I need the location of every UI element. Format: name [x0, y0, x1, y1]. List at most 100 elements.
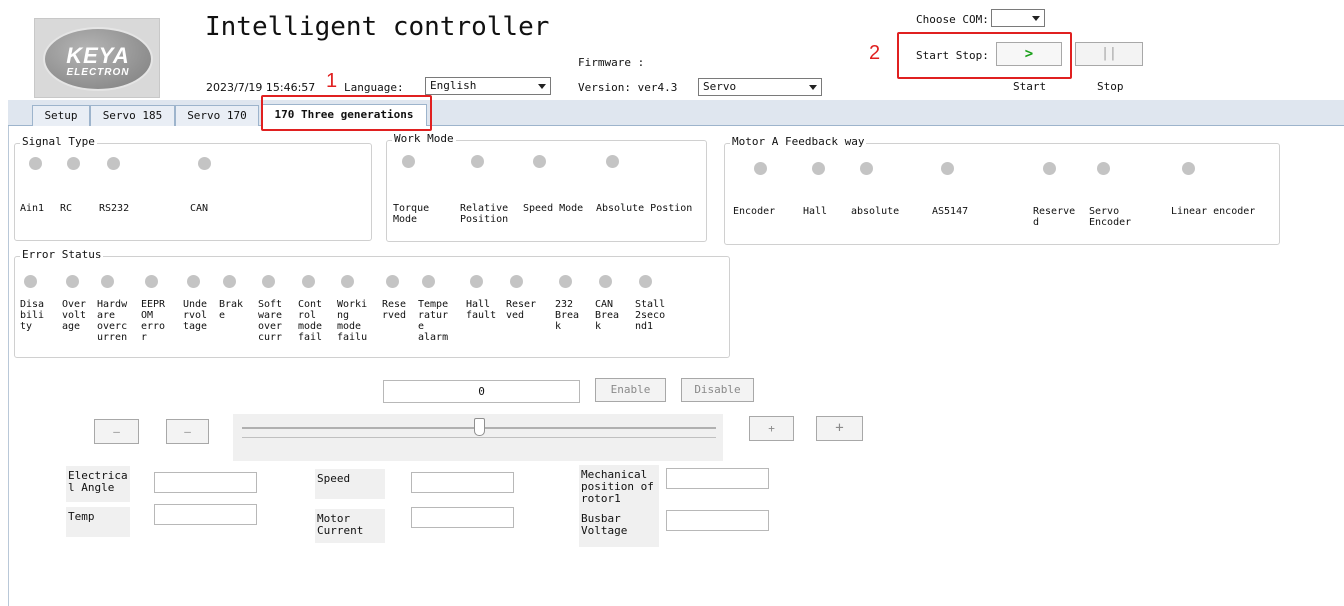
mode-select-value: Servo	[703, 80, 737, 93]
signal-rs232-led	[107, 157, 120, 170]
signal-ain1-led	[29, 157, 42, 170]
speed-label: Speed	[315, 469, 385, 499]
signal-ain1-label: Ain1	[20, 203, 45, 214]
tab-highlight	[261, 95, 432, 131]
chevron-down-icon	[538, 84, 546, 89]
electrical-angle-field	[154, 472, 257, 493]
work-speed-label: Speed Mode	[523, 203, 584, 214]
enable-button[interactable]: Enable	[595, 378, 666, 402]
target-value-input[interactable]: 0	[383, 380, 580, 403]
start-caption: Start	[1013, 80, 1047, 93]
signal-type-group	[14, 143, 372, 241]
error-label: Hall fault	[466, 299, 497, 321]
start-button[interactable]: >	[996, 42, 1062, 66]
pause-icon: ||	[1101, 46, 1117, 61]
error-led	[341, 275, 354, 288]
decrease-small-button[interactable]: –	[166, 419, 209, 444]
error-led	[24, 275, 37, 288]
error-led	[262, 275, 275, 288]
app-title: Intelligent controller	[205, 12, 550, 42]
feedback-encoder-label: Encoder	[733, 206, 776, 217]
feedback-servo-encoder-led	[1097, 162, 1110, 175]
decrease-large-button[interactable]: —	[94, 419, 139, 444]
error-label: Stall 2seco nd1	[635, 299, 666, 332]
speed-slider[interactable]	[233, 414, 723, 461]
increase-small-button[interactable]: +	[749, 416, 794, 441]
feedback-absolute-label: absolute	[851, 206, 900, 217]
error-led	[101, 275, 114, 288]
feedback-group	[724, 143, 1280, 245]
error-led	[302, 275, 315, 288]
plus-icon: +	[835, 420, 844, 436]
error-led	[639, 275, 652, 288]
work-absolute-label: Absolute Postion	[596, 203, 693, 214]
error-label: Hardw are overc urren	[97, 299, 128, 343]
logo-text-electron: ELECTRON	[66, 67, 130, 78]
error-label: Over volt age	[62, 299, 87, 332]
error-led	[66, 275, 79, 288]
error-label: CAN Brea k	[595, 299, 620, 332]
motor-current-label: Motor Current	[315, 509, 385, 543]
error-led	[422, 275, 435, 288]
signal-can-label: CAN	[190, 203, 209, 214]
error-label: Brak e	[219, 299, 244, 321]
signal-type-title: Signal Type	[20, 135, 97, 148]
signal-rc-label: RC	[60, 203, 73, 214]
signal-rc-led	[67, 157, 80, 170]
feedback-as5147-label: AS5147	[932, 206, 969, 217]
signal-can-led	[198, 157, 211, 170]
error-led	[559, 275, 572, 288]
error-label: Disa bili ty	[20, 299, 45, 332]
tab-setup[interactable]: Setup	[32, 105, 90, 126]
tab-servo-170[interactable]: Servo 170	[175, 105, 259, 126]
choose-com-label: Choose COM:	[916, 13, 989, 26]
feedback-title: Motor A Feedback way	[730, 135, 867, 148]
feedback-as5147-led	[941, 162, 954, 175]
language-select[interactable]: English	[425, 77, 551, 95]
error-led	[470, 275, 483, 288]
error-led	[386, 275, 399, 288]
chevron-down-icon	[809, 85, 817, 90]
error-label: Soft ware over curr	[258, 299, 283, 343]
disable-button[interactable]: Disable	[681, 378, 754, 402]
error-label: Worki ng mode failu	[337, 299, 368, 343]
mechanical-position-label: Mechanical position of rotor1	[579, 465, 659, 509]
slider-thumb[interactable]	[474, 418, 485, 436]
temp-label: Temp	[66, 507, 130, 537]
tab-servo-185[interactable]: Servo 185	[90, 105, 175, 126]
annotation-1: 1	[326, 70, 338, 92]
mode-select[interactable]: Servo	[698, 78, 822, 96]
temp-field	[154, 504, 257, 525]
feedback-reserved-label: Reserve d	[1033, 206, 1076, 228]
speed-field	[411, 472, 514, 493]
feedback-hall-label: Hall	[803, 206, 828, 217]
feedback-absolute-led	[860, 162, 873, 175]
feedback-reserved-led	[1043, 162, 1056, 175]
feedback-hall-led	[812, 162, 825, 175]
motor-current-field	[411, 507, 514, 528]
stop-button[interactable]: ||	[1075, 42, 1143, 66]
chevron-down-icon	[1032, 16, 1040, 21]
com-select[interactable]	[991, 9, 1045, 27]
error-status-title: Error Status	[20, 248, 104, 261]
work-relative-led	[471, 155, 484, 168]
signal-rs232-label: RS232	[99, 203, 130, 214]
tab-bar: Setup Servo 185 Servo 170 170 Three gene…	[8, 100, 1344, 126]
language-label: Language:	[344, 81, 404, 94]
stop-caption: Stop	[1097, 80, 1124, 93]
datetime-text: 2023/7/19 15:46:57	[206, 81, 316, 94]
work-torque-label: Torque Mode	[393, 203, 430, 225]
error-led	[599, 275, 612, 288]
error-label: Tempe ratur e alarm	[418, 299, 449, 343]
error-led	[510, 275, 523, 288]
work-mode-group	[386, 140, 707, 242]
feedback-linear-encoder-led	[1182, 162, 1195, 175]
play-icon: >	[1024, 46, 1034, 62]
error-label: Unde rvol tage	[183, 299, 208, 332]
increase-large-button[interactable]: +	[816, 416, 863, 441]
error-led	[145, 275, 158, 288]
work-speed-led	[533, 155, 546, 168]
busbar-voltage-label: Busbar Voltage	[579, 509, 659, 547]
plus-icon: +	[768, 422, 775, 435]
error-label: Rese rved	[382, 299, 407, 321]
